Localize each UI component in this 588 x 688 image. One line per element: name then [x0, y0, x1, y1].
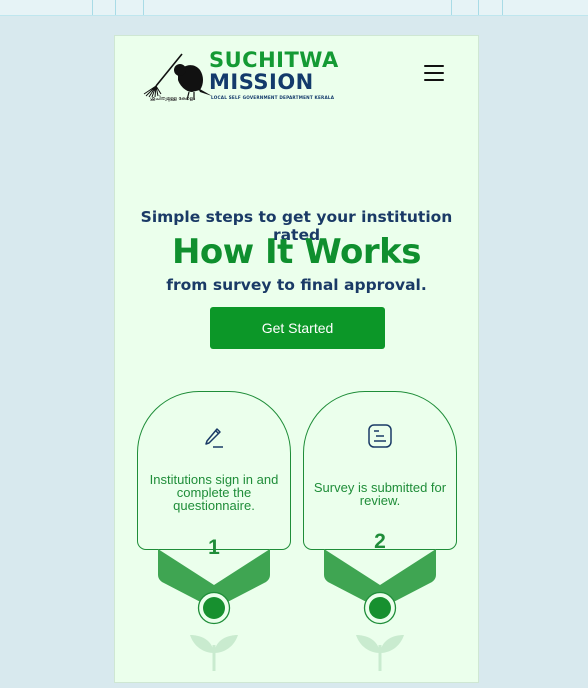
guide-line	[451, 0, 452, 15]
mobile-viewport: ശുചിത്വമുള്ള കേരളം SUCHITWA MISSION LOCA…	[114, 35, 479, 683]
step-marker-dot	[197, 591, 231, 625]
step-bubble	[303, 391, 457, 550]
guide-line	[115, 0, 116, 15]
guide-line	[92, 0, 93, 15]
logo-name-line2: MISSION	[209, 70, 314, 94]
get-started-button[interactable]: Get Started	[210, 307, 385, 349]
step-bubble	[137, 391, 291, 550]
step-card-2: Survey is submitted for review. 2	[303, 391, 457, 681]
hamburger-menu-icon[interactable]	[422, 62, 446, 84]
step-description: Survey is submitted for review.	[313, 480, 447, 508]
logo-tagline: LOCAL SELF GOVERNMENT DEPARTMENT KERALA	[211, 95, 335, 100]
sprout-icon	[190, 635, 238, 671]
logo-name-line1: SUCHITWA	[209, 48, 339, 72]
guide-line	[502, 0, 503, 15]
site-header: ശുചിത്വമുള്ള കേരളം SUCHITWA MISSION LOCA…	[115, 36, 478, 116]
guide-line	[143, 0, 144, 15]
document-list-icon	[368, 424, 392, 448]
step-description: Institutions sign in and complete the qu…	[149, 472, 279, 513]
page-title: How It Works	[171, 232, 422, 272]
step-marker-dot	[363, 591, 397, 625]
sprout-icon	[356, 635, 404, 671]
hero-subtitle: from survey to final approval.	[166, 276, 427, 294]
pen-signature-icon	[205, 428, 223, 448]
browser-guide-bar	[0, 0, 588, 16]
logo-malayalam-tagline: ശുചിത്വമുള്ള കേരളം	[150, 96, 196, 102]
guide-line	[478, 0, 479, 15]
step-card-1: Institutions sign in and complete the qu…	[137, 391, 291, 681]
